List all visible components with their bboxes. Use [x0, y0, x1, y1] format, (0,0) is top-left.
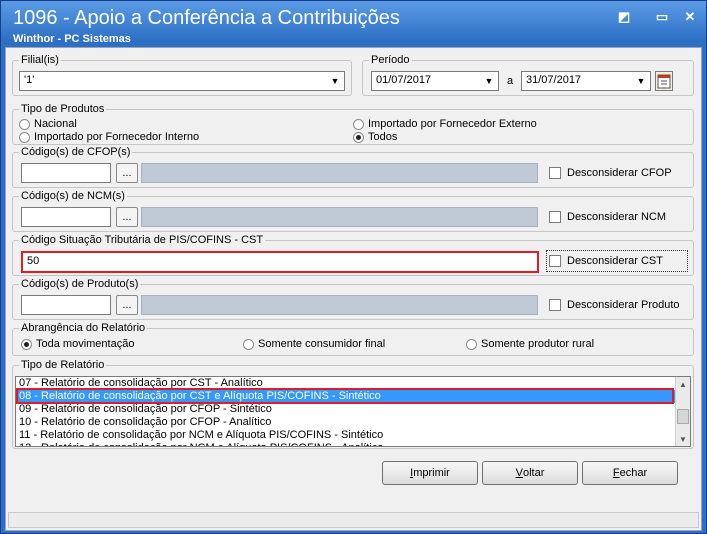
- periodo-end-value: 31/07/2017: [526, 74, 582, 86]
- radio-todos[interactable]: Todos: [353, 131, 397, 143]
- radio-importado-interno[interactable]: Importado por Fornecedor Interno: [19, 131, 199, 143]
- tipo-produtos-label: Tipo de Produtos: [19, 103, 107, 115]
- close-icon[interactable]: ✕: [679, 7, 701, 27]
- cst-input-highlight: [21, 251, 539, 273]
- cfop-input[interactable]: [21, 163, 111, 183]
- produto-group: Código(s) de Produto(s) ... Desconsidera…: [12, 278, 694, 320]
- ncm-input[interactable]: [21, 207, 111, 227]
- imprimir-label: mprimir: [413, 467, 450, 479]
- imprimir-button[interactable]: Imprimir: [382, 461, 478, 485]
- radio-nacional[interactable]: Nacional: [19, 118, 77, 130]
- radio-importado-externo[interactable]: Importado por Fornecedor Externo: [353, 118, 537, 130]
- selected-row-highlight: [16, 388, 674, 404]
- radio-importado-interno-label: Importado por Fornecedor Interno: [34, 131, 200, 143]
- scroll-thumb[interactable]: [677, 409, 689, 424]
- voltar-mnemonic: V: [515, 467, 523, 479]
- minimize-icon[interactable]: ▭: [651, 7, 673, 27]
- cfop-checkbox-box[interactable]: [549, 167, 561, 179]
- periodo-end-select[interactable]: 31/07/2017 ▼: [521, 71, 651, 91]
- fechar-mnemonic: F: [612, 467, 620, 479]
- radio-importado-interno-dot[interactable]: [19, 131, 30, 143]
- radio-importado-externo-dot[interactable]: [353, 118, 364, 130]
- tipo-relatorio-label: Tipo de Relatório: [19, 359, 107, 371]
- ncm-group: Código(s) de NCM(s) ... Desconsiderar NC…: [12, 190, 694, 232]
- status-bar: [8, 512, 699, 528]
- cfop-checkbox-label: Desconsiderar CFOP: [567, 167, 672, 179]
- periodo-label: Período: [369, 54, 412, 66]
- filial-label: Filial(is): [19, 54, 61, 66]
- filial-value: '1': [24, 74, 35, 86]
- list-item[interactable]: 09 - Relatório de consolidação por CFOP …: [16, 403, 690, 416]
- ncm-search-button[interactable]: ...: [116, 207, 138, 227]
- main-window: 1096 - Apoio a Conferência a Contribuiçõ…: [0, 0, 707, 534]
- cfop-group: Código(s) de CFOP(s) ... Desconsiderar C…: [12, 146, 694, 188]
- periodo-start-value: 01/07/2017: [376, 74, 432, 86]
- cfop-description: [141, 163, 538, 183]
- radio-todos-dot[interactable]: [353, 131, 364, 143]
- chevron-down-icon[interactable]: ▼: [327, 73, 343, 89]
- radio-nacional-dot[interactable]: [19, 118, 30, 130]
- list-item[interactable]: 11 - Relatório de consolidação por NCM e…: [16, 429, 690, 442]
- voltar-label: oltar: [522, 467, 545, 479]
- produto-description: [141, 295, 538, 315]
- calendar-icon[interactable]: [655, 71, 673, 91]
- cst-checkbox-focus: [546, 250, 688, 272]
- tipo-produtos-group: Tipo de Produtos Nacional Importado por …: [12, 103, 694, 145]
- produto-input[interactable]: [21, 295, 111, 315]
- abrangencia-label: Abrangência do Relatório: [19, 322, 148, 334]
- radio-consumidor-final-label: Somente consumidor final: [258, 338, 386, 350]
- ncm-checkbox[interactable]: Desconsiderar NCM: [549, 211, 666, 223]
- produto-checkbox-box[interactable]: [549, 299, 561, 311]
- tipo-relatorio-group: Tipo de Relatório 07 - Relatório de cons…: [12, 359, 694, 449]
- list-item[interactable]: 10 - Relatório de consolidação por CFOP …: [16, 416, 690, 429]
- chevron-down-icon[interactable]: ▼: [633, 73, 649, 89]
- filial-group: Filial(is) '1' ▼: [12, 54, 352, 96]
- cfop-label: Código(s) de CFOP(s): [19, 146, 133, 158]
- fechar-label: echar: [619, 467, 648, 479]
- radio-nacional-label: Nacional: [34, 118, 77, 130]
- filial-select[interactable]: '1' ▼: [19, 71, 345, 91]
- radio-importado-externo-label: Importado por Fornecedor Externo: [368, 118, 537, 130]
- cst-group: Código Situação Tributária de PIS/COFINS…: [12, 234, 694, 276]
- abrangencia-group: Abrangência do Relatório Toda movimentaç…: [12, 322, 694, 356]
- radio-consumidor-final[interactable]: Somente consumidor final: [243, 338, 385, 350]
- produto-checkbox[interactable]: Desconsiderar Produto: [549, 299, 680, 311]
- cfop-checkbox[interactable]: Desconsiderar CFOP: [549, 167, 672, 179]
- form-body: Filial(is) '1' ▼ Período 01/07/2017 ▼ a …: [5, 47, 702, 531]
- list-item[interactable]: 12 - Relatório de consolidação por NCM e…: [16, 442, 690, 446]
- window-title: 1096 - Apoio a Conferência a Contribuiçõ…: [13, 7, 400, 29]
- cfop-search-button[interactable]: ...: [116, 163, 138, 183]
- ncm-checkbox-label: Desconsiderar NCM: [567, 211, 667, 223]
- radio-produtor-rural[interactable]: Somente produtor rural: [466, 338, 594, 350]
- radio-todos-label: Todos: [368, 131, 398, 143]
- voltar-button[interactable]: Voltar: [482, 461, 578, 485]
- restore-icon[interactable]: ◩: [613, 7, 635, 27]
- window-subtitle: Winthor - PC Sistemas: [13, 33, 131, 45]
- scroll-up-icon[interactable]: ▲: [676, 377, 690, 391]
- radio-toda-movimentacao[interactable]: Toda movimentação: [21, 338, 134, 350]
- produto-checkbox-label: Desconsiderar Produto: [567, 299, 680, 311]
- list-scrollbar[interactable]: ▲ ▼: [675, 377, 690, 446]
- scroll-down-icon[interactable]: ▼: [676, 432, 690, 446]
- radio-produtor-rural-dot[interactable]: [466, 338, 477, 350]
- chevron-down-icon[interactable]: ▼: [481, 73, 497, 89]
- periodo-group: Período 01/07/2017 ▼ a 31/07/2017 ▼: [362, 54, 694, 96]
- produto-label: Código(s) de Produto(s): [19, 278, 141, 290]
- tipo-relatorio-list[interactable]: 07 - Relatório de consolidação por CST -…: [15, 376, 691, 447]
- radio-toda-movimentacao-dot[interactable]: [21, 338, 32, 350]
- periodo-separator: a: [507, 75, 514, 87]
- radio-produtor-rural-label: Somente produtor rural: [481, 338, 595, 350]
- ncm-checkbox-box[interactable]: [549, 211, 561, 223]
- cst-label: Código Situação Tributária de PIS/COFINS…: [19, 234, 266, 246]
- fechar-button[interactable]: Fechar: [582, 461, 678, 485]
- radio-toda-movimentacao-label: Toda movimentação: [36, 338, 135, 350]
- ncm-label: Código(s) de NCM(s): [19, 190, 127, 202]
- produto-search-button[interactable]: ...: [116, 295, 138, 315]
- periodo-start-select[interactable]: 01/07/2017 ▼: [371, 71, 499, 91]
- ncm-description: [141, 207, 538, 227]
- radio-consumidor-final-dot[interactable]: [243, 338, 254, 350]
- title-bar[interactable]: 1096 - Apoio a Conferência a Contribuiçõ…: [1, 1, 706, 45]
